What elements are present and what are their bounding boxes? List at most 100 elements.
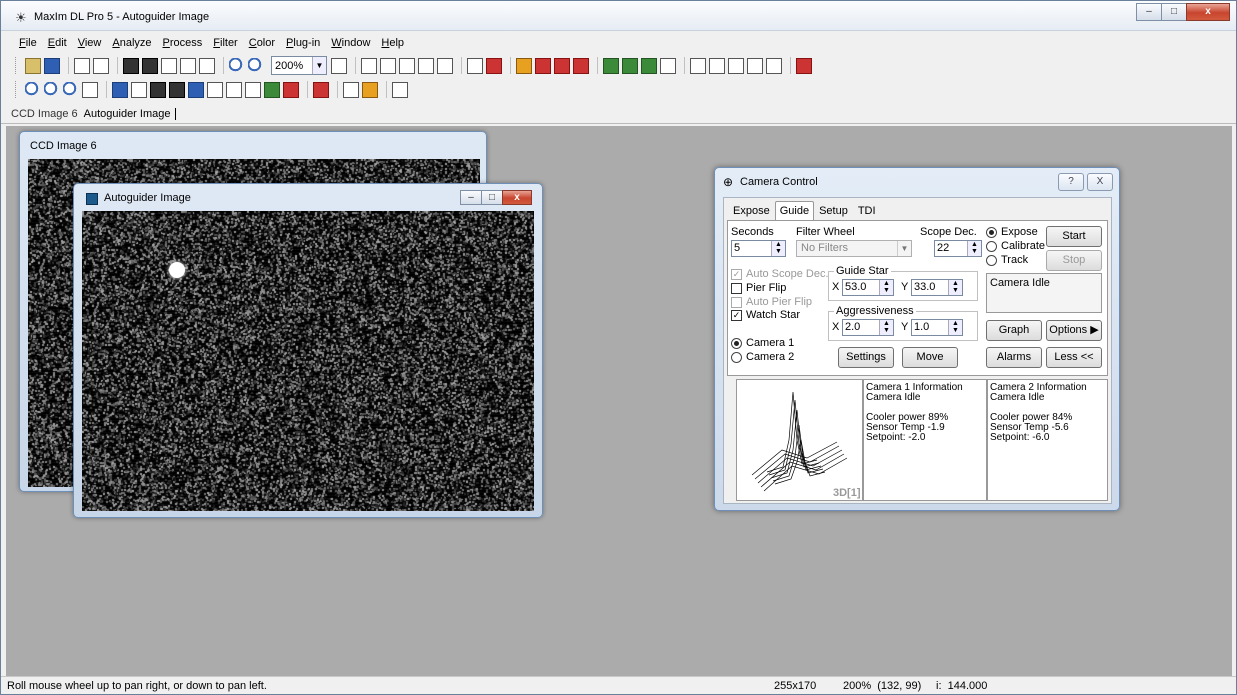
tab-tdi[interactable]: TDI — [853, 201, 881, 221]
spinner-arrows-icon[interactable]: ▲ ▼ — [879, 280, 893, 295]
menu-window[interactable]: Window — [331, 37, 370, 49]
globe-icon[interactable] — [264, 81, 280, 98]
tab-guide[interactable]: Guide — [774, 201, 815, 221]
zoom-in-icon[interactable] — [229, 57, 245, 74]
options-button[interactable]: Options ▶ — [1046, 320, 1102, 341]
curves-icon[interactable] — [622, 57, 638, 74]
camera-2-radio[interactable]: Camera 2 — [731, 351, 794, 363]
redo-icon[interactable] — [93, 57, 109, 74]
context-help-icon[interactable] — [331, 57, 347, 74]
star-3d-plot[interactable]: 3D[1] — [736, 379, 863, 501]
settings-button[interactable]: Settings — [838, 347, 894, 368]
bias-frame-icon[interactable] — [728, 57, 744, 74]
tab-expose[interactable]: Expose — [728, 201, 775, 221]
autoguider-close-button[interactable]: x — [502, 190, 532, 205]
histogram-icon[interactable] — [399, 57, 415, 74]
calibrate-icon[interactable] — [516, 57, 532, 74]
maximize-button[interactable]: □ — [1161, 3, 1187, 21]
menu-filter[interactable]: Filter — [213, 37, 237, 49]
close-button[interactable]: x — [1186, 3, 1230, 21]
menu-process[interactable]: Process — [163, 37, 203, 49]
line-tool-icon[interactable] — [766, 57, 782, 74]
zoom-in-small-icon[interactable] — [44, 81, 60, 98]
zoom-out-small-icon[interactable] — [63, 81, 79, 98]
filter-wheel-select[interactable]: No Filters ▼ — [796, 240, 912, 257]
less-button[interactable]: Less << — [1046, 347, 1102, 368]
telescope-toggle-icon[interactable] — [226, 81, 242, 98]
spinner-arrows-icon[interactable]: ▲ ▼ — [967, 241, 981, 256]
track-mode-radio[interactable]: Track — [986, 254, 1028, 266]
stack-icon[interactable] — [142, 57, 158, 74]
spinner-arrows-icon[interactable]: ▲ ▼ — [771, 241, 785, 256]
flat-frame-icon[interactable] — [709, 57, 725, 74]
dialog-close-button[interactable]: X — [1087, 173, 1113, 191]
pier-flip-checkbox[interactable]: Pier Flip — [731, 282, 786, 294]
calibrate-mode-radio[interactable]: Calibrate — [986, 240, 1045, 252]
aggressiveness-x-input[interactable]: 2.0 ▲ ▼ — [842, 319, 894, 336]
menu-color[interactable]: Color — [249, 37, 275, 49]
settings-window-icon[interactable] — [207, 81, 223, 98]
seconds-input[interactable]: 5 ▲ ▼ — [731, 240, 786, 257]
color-balance-icon[interactable] — [641, 57, 657, 74]
telescope-icon[interactable] — [199, 57, 215, 74]
menu-file[interactable]: File — [19, 37, 37, 49]
script-icon[interactable] — [362, 81, 378, 98]
scope-dec-input[interactable]: 22 ▲ ▼ — [934, 240, 982, 257]
camera-control-icon[interactable] — [161, 57, 177, 74]
spinner-arrows-icon[interactable]: ▲ ▼ — [879, 320, 893, 335]
auto-scope-dec-checkbox[interactable]: ✓ Auto Scope Dec. — [731, 268, 829, 280]
dark-frame-icon[interactable] — [690, 57, 706, 74]
minimize-button[interactable]: – — [1136, 3, 1162, 21]
menu-plugin[interactable]: Plug-in — [286, 37, 320, 49]
information-window-icon[interactable] — [361, 57, 377, 74]
crosshair-icon[interactable] — [486, 57, 502, 74]
line-profile-icon[interactable] — [418, 57, 434, 74]
filter-orange-icon[interactable] — [573, 57, 589, 74]
graph-button[interactable]: Graph — [986, 320, 1042, 341]
zoom-tool-icon[interactable] — [25, 81, 41, 98]
screen-stretch-icon[interactable] — [380, 57, 396, 74]
kernel-icon[interactable] — [535, 57, 551, 74]
camera-control-dialog[interactable]: ⊕ Camera Control ? X Expose Guide Setup … — [714, 167, 1120, 511]
stop-button[interactable]: Stop — [1046, 250, 1102, 271]
tab-setup[interactable]: Setup — [814, 201, 853, 221]
stop-red-icon[interactable] — [313, 81, 329, 98]
alarms-button[interactable]: Alarms — [986, 347, 1042, 368]
crop-icon[interactable] — [660, 57, 676, 74]
auto-pier-flip-checkbox[interactable]: Auto Pier Flip — [731, 296, 812, 308]
start-button[interactable]: Start — [1046, 226, 1102, 247]
expose-mode-radio[interactable]: Expose — [986, 226, 1038, 238]
copy-icon[interactable] — [467, 57, 483, 74]
move-button[interactable]: Move — [902, 347, 958, 368]
spinner-arrows-icon[interactable]: ▲ ▼ — [948, 280, 962, 295]
zoom-select[interactable]: 200% ▼ — [271, 56, 327, 75]
grid-icon[interactable] — [343, 81, 359, 98]
stack-toggle-icon[interactable] — [169, 81, 185, 98]
open-icon[interactable] — [25, 57, 41, 74]
camera-1-radio[interactable]: Camera 1 — [731, 337, 794, 349]
menu-analyze[interactable]: Analyze — [112, 37, 151, 49]
image-toggle-icon[interactable] — [150, 81, 166, 98]
fit-window-icon[interactable] — [82, 81, 98, 98]
autoguider-image-canvas[interactable] — [82, 211, 534, 511]
tile-icon[interactable] — [392, 81, 408, 98]
filter-red-icon[interactable] — [554, 57, 570, 74]
menu-edit[interactable]: Edit — [48, 37, 67, 49]
watch-star-checkbox[interactable]: ✓ Watch Star — [731, 309, 800, 321]
undo-icon[interactable] — [74, 57, 90, 74]
camera-control-toggle-icon[interactable] — [112, 81, 128, 98]
blue-square-icon[interactable] — [188, 81, 204, 98]
red-bar-icon[interactable] — [283, 81, 299, 98]
save-icon[interactable] — [44, 57, 60, 74]
autoguider-image-window[interactable]: Autoguider Image – □ x — [73, 183, 543, 518]
help-button[interactable]: ? — [1058, 173, 1084, 191]
measure-icon[interactable] — [747, 57, 763, 74]
graph-toggle-icon[interactable] — [245, 81, 261, 98]
guide-star-y-input[interactable]: 33.0 ▲ ▼ — [911, 279, 963, 296]
zoom-out-icon[interactable] — [248, 57, 264, 74]
aggressiveness-y-input[interactable]: 1.0 ▲ ▼ — [911, 319, 963, 336]
guide-star-x-input[interactable]: 53.0 ▲ ▼ — [842, 279, 894, 296]
tab-autoguider-image[interactable]: Autoguider Image — [84, 108, 177, 120]
plot-icon[interactable] — [437, 57, 453, 74]
autoguider-maximize-button[interactable]: □ — [481, 190, 503, 205]
